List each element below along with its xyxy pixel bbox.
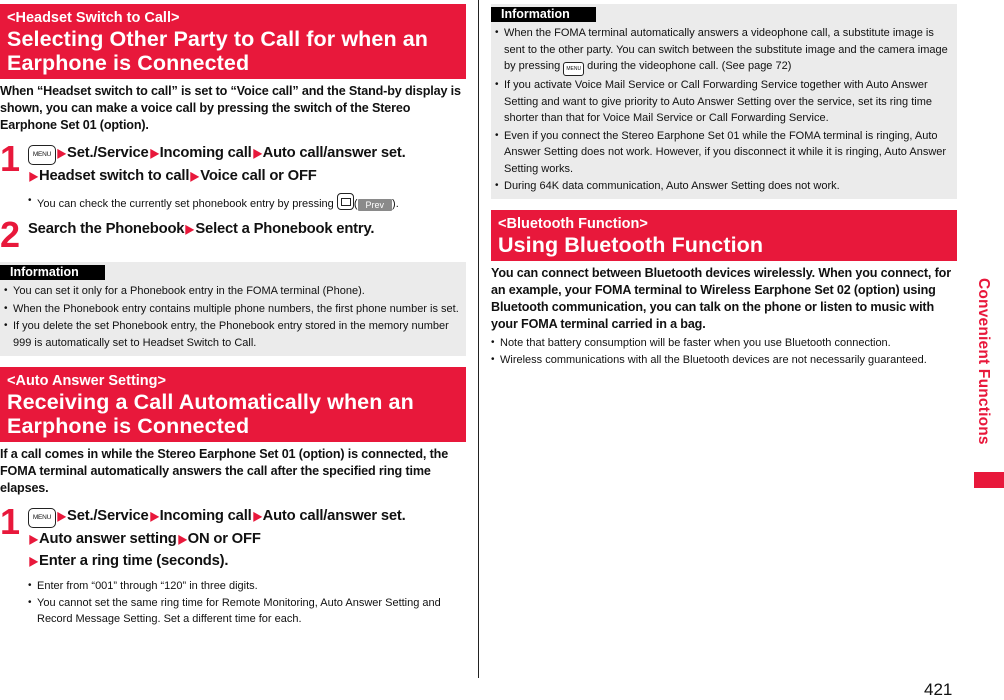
step-notes: Enter from “001” through “120” in three … <box>28 578 466 627</box>
menu-path-item: Select a Phonebook entry. <box>195 221 375 237</box>
arrow-icon: ▶ <box>178 532 187 546</box>
page-number: 421 <box>924 680 953 699</box>
step-1: 1 MENU ▶Set./Service▶Incoming call▶Auto c… <box>0 138 466 212</box>
info-text: during the videophone call. (See page 72… <box>587 60 792 72</box>
menu-path-item: Auto call/answer set. <box>262 508 406 524</box>
step-path-line1: Search the Phonebook▶Select a Phonebook … <box>28 218 466 240</box>
information-box: Information When the FOMA terminal autom… <box>491 4 957 199</box>
left-column: <Headset Switch to Call> Selecting Other… <box>0 0 466 628</box>
step-path-line3: ▶Enter a ring time (seconds). <box>28 550 466 572</box>
information-item: During 64K data communication, Auto Answ… <box>495 178 953 195</box>
section-title-line2: Earphone is Connected <box>7 414 250 438</box>
menu-path-item: Incoming call <box>159 508 252 524</box>
information-item: Even if you connect the Stereo Earphone … <box>495 128 953 178</box>
right-column: Information When the FOMA terminal autom… <box>491 0 957 369</box>
menu-path-item: Enter a ring time (seconds). <box>39 553 229 569</box>
mail-key-icon <box>336 193 354 210</box>
section-banner-bluetooth: <Bluetooth Function> Using Bluetooth Fun… <box>491 209 957 261</box>
arrow-icon: ▶ <box>252 146 262 160</box>
step-1: 1 MENU ▶Set./Service▶Incoming call▶Auto c… <box>0 501 466 627</box>
step-note: You can check the currently set phoneboo… <box>28 193 466 212</box>
section-subtitle: <Bluetooth Function> <box>498 215 648 232</box>
section-note: Wireless communications with all the Blu… <box>491 352 957 368</box>
chapter-tab-marker <box>974 472 1004 488</box>
arrow-icon: ▶ <box>29 169 38 183</box>
arrow-icon: ▶ <box>185 222 194 236</box>
information-tag: Information <box>0 265 105 280</box>
menu-path-item: Search the Phonebook <box>28 221 185 237</box>
section-lead: When “Headset switch to call” is set to … <box>0 84 461 132</box>
step-2: 2 Search the Phonebook▶Select a Phoneboo… <box>0 214 466 258</box>
menu-key-icon: MENU <box>563 62 585 76</box>
column-divider <box>478 0 479 678</box>
step-number: 1 <box>0 138 20 179</box>
step-number: 1 <box>0 501 20 542</box>
section-title-line2: Earphone is Connected <box>7 51 250 75</box>
menu-path-item: Incoming call <box>159 145 252 161</box>
arrow-icon: ▶ <box>57 509 66 523</box>
section-subtitle: <Auto Answer Setting> <box>7 373 166 389</box>
section-title-line1: Receiving a Call Automatically when an <box>7 390 414 414</box>
arrow-icon: ▶ <box>252 509 262 523</box>
information-item: When the Phonebook entry contains multip… <box>4 301 462 318</box>
menu-path-item: Auto answer setting <box>39 531 177 547</box>
information-item: If you delete the set Phonebook entry, t… <box>4 318 462 351</box>
menu-path-item: Headset switch to call <box>39 168 190 184</box>
step-note: You cannot set the same ring time for Re… <box>28 595 466 627</box>
menu-path-item: Voice call or OFF <box>200 168 317 184</box>
menu-key-icon: MENU <box>28 145 56 165</box>
step-number: 2 <box>0 214 20 255</box>
menu-key-icon: MENU <box>28 508 56 528</box>
information-tag: Information <box>491 7 596 22</box>
arrow-icon: ▶ <box>190 169 199 183</box>
step-path-line1: MENU ▶Set./Service▶Incoming call▶Auto cal… <box>28 505 466 528</box>
step-path-line2: ▶Headset switch to call▶Voice call or OF… <box>28 165 466 187</box>
section-notes: Note that battery consumption will be fa… <box>491 335 957 368</box>
arrow-icon: ▶ <box>29 554 38 568</box>
arrow-icon: ▶ <box>149 146 159 160</box>
arrow-icon: ▶ <box>57 146 66 160</box>
menu-path-item: ON or OFF <box>187 531 261 547</box>
section-banner-headset-switch: <Headset Switch to Call> Selecting Other… <box>0 4 466 79</box>
section-lead: You can connect between Bluetooth device… <box>491 265 951 331</box>
information-list: You can set it only for a Phonebook entr… <box>4 283 462 351</box>
information-item: When the FOMA terminal automatically ans… <box>495 25 953 76</box>
arrow-icon: ▶ <box>149 509 159 523</box>
step-path-line1: MENU ▶Set./Service▶Incoming call▶Auto cal… <box>28 142 466 165</box>
section-lead: If a call comes in while the Stereo Earp… <box>0 447 449 495</box>
section-title-line1: Selecting Other Party to Call for when a… <box>7 27 429 51</box>
section-title: Using Bluetooth Function <box>498 232 764 257</box>
section-subtitle: <Headset Switch to Call> <box>7 10 180 26</box>
step-note: Enter from “001” through “120” in three … <box>28 578 466 594</box>
step-notes: You can check the currently set phoneboo… <box>28 193 466 212</box>
note-suffix: ). <box>392 198 399 210</box>
section-note: Note that battery consumption will be fa… <box>491 335 957 351</box>
chapter-side-tab: Convenient Functions <box>975 278 992 445</box>
information-list: When the FOMA terminal automatically ans… <box>495 25 953 195</box>
menu-path-item: Set./Service <box>67 145 149 161</box>
note-text: You can check the currently set phoneboo… <box>37 198 334 210</box>
information-item: You can set it only for a Phonebook entr… <box>4 283 462 300</box>
menu-path-item: Auto call/answer set. <box>262 145 406 161</box>
information-item: If you activate Voice Mail Service or Ca… <box>495 77 953 127</box>
step-path-line2: ▶Auto answer setting▶ON or OFF <box>28 528 466 550</box>
prev-softkey-icon: Prev <box>357 199 393 211</box>
section-banner-auto-answer: <Auto Answer Setting> Receiving a Call A… <box>0 367 466 442</box>
information-box: Information You can set it only for a Ph… <box>0 262 466 356</box>
arrow-icon: ▶ <box>29 532 38 546</box>
menu-path-item: Set./Service <box>67 508 149 524</box>
